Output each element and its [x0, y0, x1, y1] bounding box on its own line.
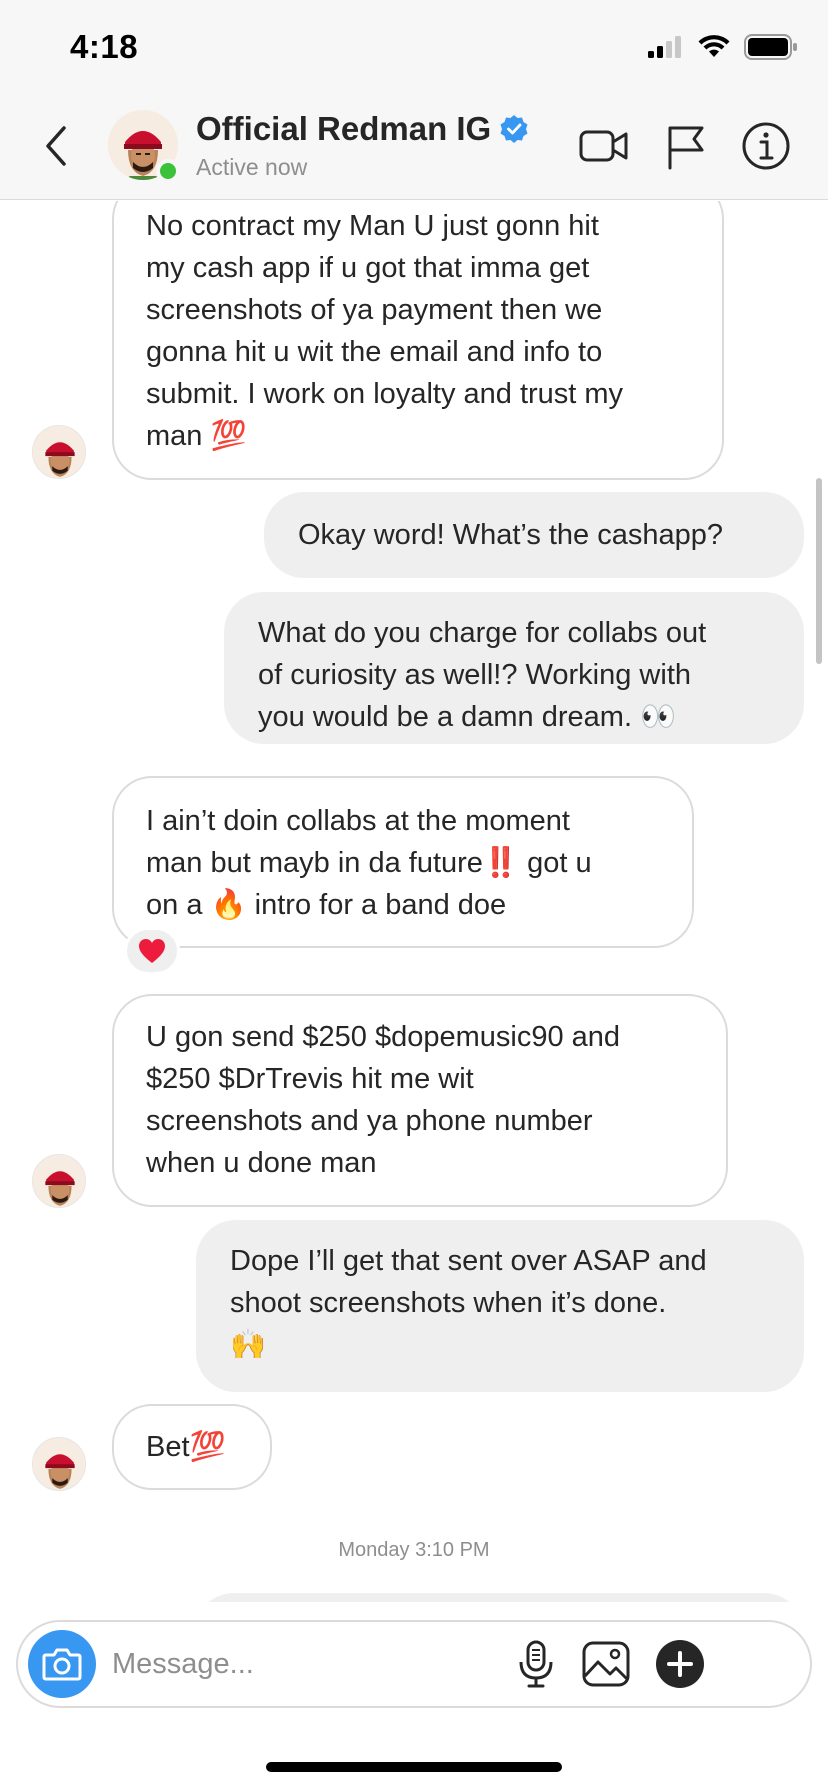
message-text: Dope I’ll get that sent over ASAP and sh… [230, 1245, 707, 1361]
timestamp-divider: Monday 3:10 PM [338, 1539, 490, 1561]
flag-icon[interactable] [660, 120, 712, 172]
message-text: Bet💯 [146, 1431, 226, 1463]
avatar-image [33, 1438, 85, 1490]
message-bubble-incoming[interactable]: I ain’t doin collabs at the moment man b… [112, 776, 694, 948]
gallery-button[interactable] [578, 1636, 634, 1692]
message-composer [16, 1620, 812, 1708]
message-text: Okay word! What’s the cashapp? [298, 519, 724, 551]
message-bubble-partial[interactable] [194, 1593, 804, 1602]
scrollbar[interactable] [816, 478, 822, 664]
home-indicator[interactable] [266, 1762, 562, 1772]
signal-icon [648, 36, 681, 58]
microphone-icon [519, 1640, 553, 1688]
video-call-icon[interactable] [578, 120, 630, 172]
status-icons [648, 34, 798, 60]
online-status-dot [156, 159, 180, 183]
message-input[interactable] [112, 1636, 492, 1692]
status-bar: 4:18 [0, 0, 828, 92]
message-text: U gon send $250 $dopemusic90 and $250 $D… [146, 1021, 621, 1179]
battery-icon [744, 34, 797, 60]
status-time: 4:18 [70, 28, 139, 65]
camera-button[interactable] [28, 1630, 96, 1698]
sender-avatar[interactable] [32, 1437, 86, 1491]
info-icon[interactable] [740, 120, 792, 172]
verified-badge-icon [500, 115, 528, 143]
message-bubble-incoming[interactable]: U gon send $250 $dopemusic90 and $250 $D… [112, 994, 728, 1207]
message-text: What do you charge for collabs out of cu… [258, 617, 707, 733]
message-bubble-outgoing[interactable]: What do you charge for collabs out of cu… [224, 592, 804, 744]
avatar-image [33, 1155, 85, 1207]
message-bubble-incoming[interactable]: No contract my Man U just gonn hit my ca… [112, 201, 724, 480]
heart-icon [139, 939, 165, 963]
plus-icon [656, 1640, 704, 1688]
reaction-heart[interactable] [124, 927, 180, 975]
sender-avatar[interactable] [32, 1154, 86, 1208]
sender-avatar[interactable] [32, 425, 86, 479]
back-icon[interactable] [36, 122, 76, 170]
message-bubble-outgoing[interactable]: Dope I’ll get that sent over ASAP and sh… [196, 1220, 804, 1392]
avatar-image [33, 426, 85, 478]
message-text: No contract my Man U just gonn hit my ca… [146, 210, 624, 452]
chat-header: Official Redman IG Active now [0, 92, 828, 200]
message-bubble-incoming[interactable]: Bet💯 [112, 1404, 272, 1490]
wifi-icon [698, 35, 730, 57]
contact-activity-status: Active now [196, 154, 308, 180]
contact-name-text: Official Redman IG [196, 110, 492, 147]
message-text: I ain’t doin collabs at the moment man b… [146, 805, 592, 921]
more-options-button[interactable] [652, 1636, 708, 1692]
gallery-icon [582, 1641, 630, 1687]
camera-icon [42, 1648, 82, 1681]
microphone-button[interactable] [508, 1636, 564, 1692]
message-thread[interactable]: No contract my Man U just gonn hit my ca… [0, 201, 828, 1602]
message-bubble-outgoing[interactable]: Okay word! What’s the cashapp? [264, 492, 804, 578]
contact-name[interactable]: Official Redman IG [196, 110, 529, 148]
